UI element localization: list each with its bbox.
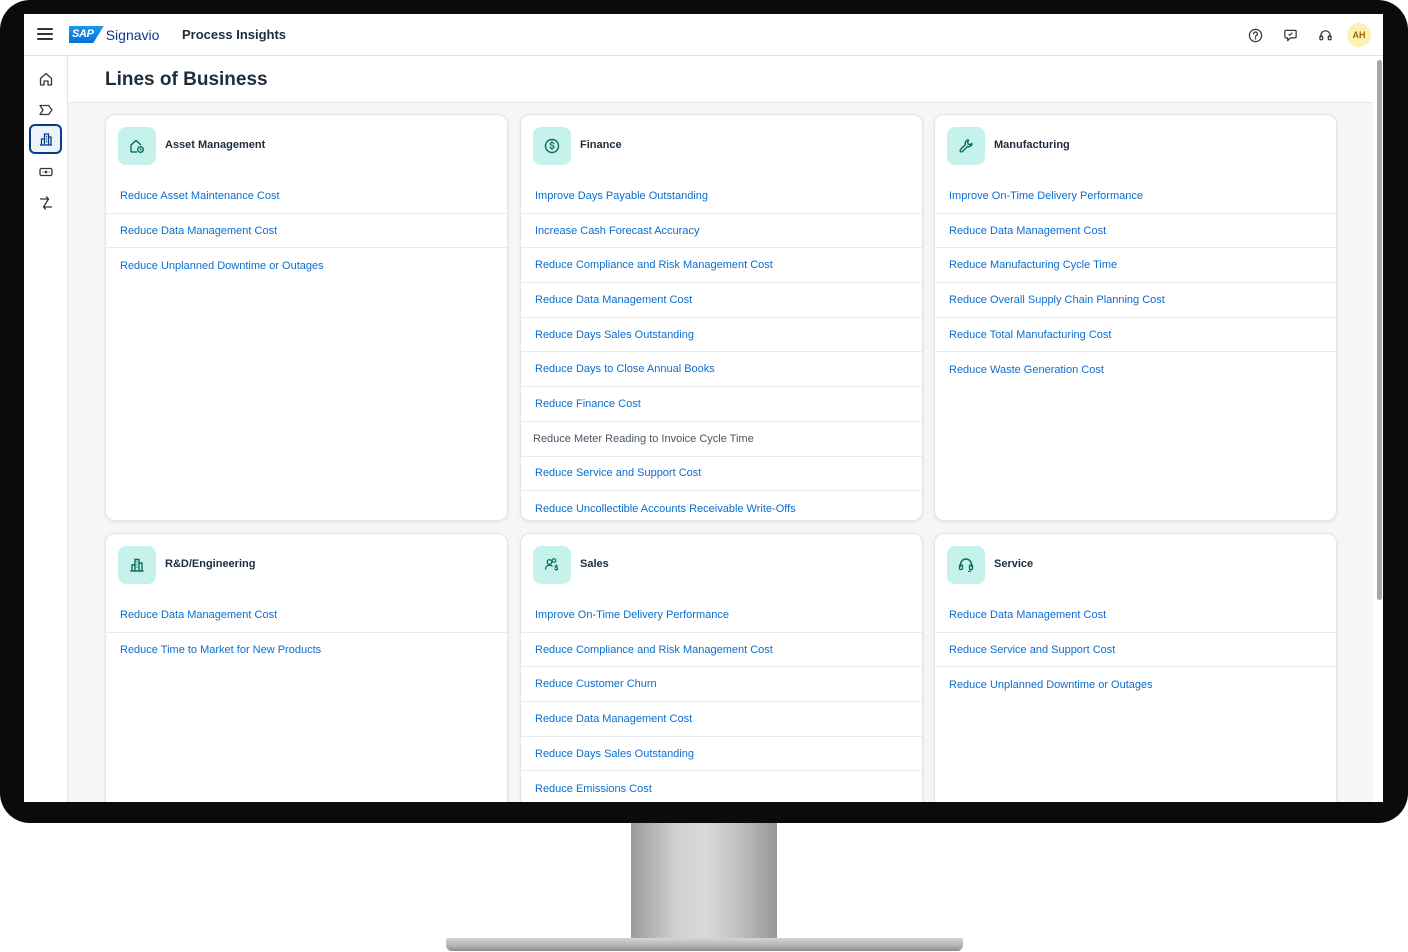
brand-name: Signavio (105, 26, 160, 43)
list-item-text: Reduce Meter Reading to Invoice Cycle Ti… (521, 422, 922, 457)
help-icon[interactable] (1238, 14, 1273, 56)
screen: SAP Signavio Process Insights AH Lines o… (24, 14, 1383, 802)
building-icon (118, 546, 156, 584)
lines-of-business-icon[interactable] (29, 124, 62, 154)
list-item-link[interactable]: Reduce Total Manufacturing Cost (935, 318, 1336, 353)
shell-header: SAP Signavio Process Insights AH (24, 14, 1383, 56)
sap-logo: SAP (69, 26, 104, 43)
list-item-link[interactable]: Reduce Unplanned Downtime or Outages (935, 667, 1336, 702)
list-item-link[interactable]: Reduce Unplanned Downtime or Outages (106, 248, 507, 283)
card-title: Finance (580, 139, 622, 151)
list-item-link[interactable]: Reduce Data Management Cost (521, 702, 922, 737)
card-list: Improve Days Payable Outstanding Increas… (521, 179, 922, 520)
list-item-link[interactable]: Reduce Waste Generation Cost (935, 352, 1336, 387)
list-item-link[interactable]: Reduce Overall Supply Chain Planning Cos… (935, 283, 1336, 318)
side-navigation (24, 56, 68, 802)
vertical-scrollbar[interactable] (1374, 56, 1383, 802)
card-finance: Finance Improve Days Payable Outstanding… (520, 114, 923, 521)
list-item-link[interactable]: Reduce Emissions Cost (521, 771, 922, 802)
card-header: Manufacturing (935, 115, 1336, 179)
shell-actions: AH (1238, 14, 1383, 56)
page-title: Lines of Business (105, 69, 268, 90)
list-item-link[interactable]: Reduce Uncollectible Accounts Receivable… (521, 491, 922, 520)
support-headset-icon[interactable] (1308, 14, 1343, 56)
card-header: R&D/Engineering (106, 534, 507, 598)
monitor-stand-base (446, 938, 963, 951)
brand-logo[interactable]: SAP Signavio (69, 26, 159, 43)
card-manufacturing: Manufacturing Improve On-Time Delivery P… (934, 114, 1337, 521)
card-service: Service Reduce Data Management Cost Redu… (934, 533, 1337, 802)
feedback-icon[interactable] (1273, 14, 1308, 56)
card-header: Asset Management (106, 115, 507, 179)
value-card-icon[interactable] (29, 157, 62, 187)
list-item-link[interactable]: Reduce Customer Churn (521, 667, 922, 703)
list-item-link[interactable]: Reduce Data Management Cost (521, 283, 922, 318)
card-header: Finance (521, 115, 922, 179)
list-item-link[interactable]: Reduce Compliance and Risk Management Co… (521, 248, 922, 284)
card-title: Service (994, 558, 1034, 570)
card-rd-engineering: R&D/Engineering Reduce Data Management C… (105, 533, 508, 802)
card-list: Improve On-Time Delivery Performance Red… (935, 179, 1336, 387)
list-item-link[interactable]: Reduce Asset Maintenance Cost (106, 179, 507, 214)
card-list: Improve On-Time Delivery Performance Red… (521, 598, 922, 802)
list-item-link[interactable]: Reduce Compliance and Risk Management Co… (521, 633, 922, 668)
wrench-icon (947, 127, 985, 165)
list-item-link[interactable]: Reduce Days to Close Annual Books (521, 352, 922, 388)
card-header: Sales (521, 534, 922, 598)
list-item-link[interactable]: Improve Days Payable Outstanding (521, 179, 922, 214)
headset-icon (947, 546, 985, 584)
list-item-link[interactable]: Reduce Finance Cost (521, 387, 922, 422)
list-item-link[interactable]: Reduce Data Management Cost (106, 598, 507, 633)
list-item-link[interactable]: Reduce Days Sales Outstanding (521, 318, 922, 353)
list-item-link[interactable]: Reduce Manufacturing Cycle Time (935, 248, 1336, 284)
card-sales: Sales Improve On-Time Delivery Performan… (520, 533, 923, 802)
list-item-link[interactable]: Reduce Data Management Cost (935, 214, 1336, 249)
card-list: Reduce Data Management Cost Reduce Time … (106, 598, 507, 667)
monitor-stand-neck (631, 823, 777, 940)
sales-people-icon (533, 546, 571, 584)
user-avatar[interactable]: AH (1347, 23, 1371, 47)
list-item-link[interactable]: Reduce Data Management Cost (935, 598, 1336, 633)
card-asset-management: Asset Management Reduce Asset Maintenanc… (105, 114, 508, 521)
card-title: Asset Management (165, 139, 266, 151)
asset-management-icon (118, 127, 156, 165)
page-header: Lines of Business (68, 56, 1373, 103)
card-header: Service (935, 534, 1336, 598)
list-item-link[interactable]: Improve On-Time Delivery Performance (935, 179, 1336, 214)
list-item-link[interactable]: Reduce Service and Support Cost (521, 457, 922, 492)
process-chevron-icon[interactable] (29, 95, 62, 125)
card-title: R&D/Engineering (165, 558, 256, 570)
finance-dollar-icon (533, 127, 571, 165)
card-title: Sales (580, 558, 609, 570)
card-title: Manufacturing (994, 139, 1070, 151)
main-content: Lines of Business Asset Management Reduc… (68, 56, 1373, 802)
card-list: Reduce Data Management Cost Reduce Servi… (935, 598, 1336, 702)
home-icon[interactable] (29, 64, 62, 94)
menu-hamburger-icon[interactable] (37, 26, 53, 42)
list-item-link[interactable]: Reduce Time to Market for New Products (106, 633, 507, 668)
app-title: Process Insights (182, 27, 287, 42)
list-item-link[interactable]: Reduce Service and Support Cost (935, 633, 1336, 668)
list-item-link[interactable]: Reduce Data Management Cost (106, 214, 507, 249)
card-list: Reduce Asset Maintenance Cost Reduce Dat… (106, 179, 507, 283)
list-item-link[interactable]: Reduce Days Sales Outstanding (521, 737, 922, 772)
list-item-link[interactable]: Improve On-Time Delivery Performance (521, 598, 922, 633)
monitor-bezel: SAP Signavio Process Insights AH Lines o… (0, 0, 1408, 823)
scrollbar-thumb[interactable] (1377, 60, 1382, 600)
transfer-arrows-icon[interactable] (29, 188, 62, 218)
list-item-link[interactable]: Increase Cash Forecast Accuracy (521, 214, 922, 249)
